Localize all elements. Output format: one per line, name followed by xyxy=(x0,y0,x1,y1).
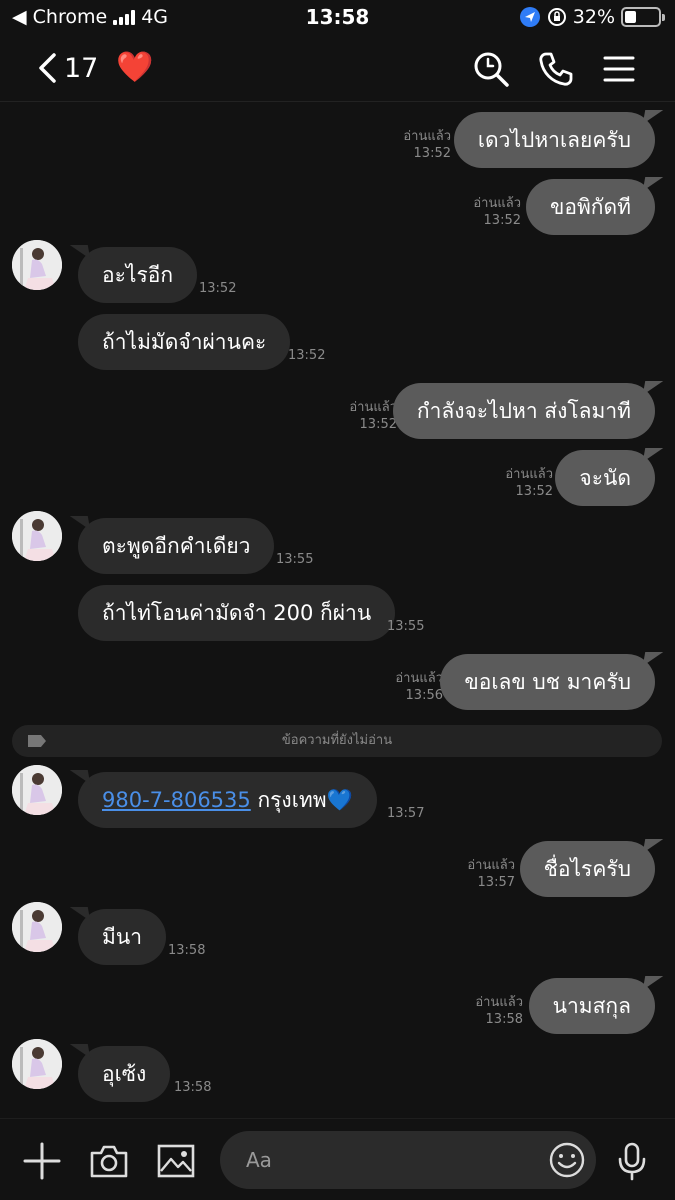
message-bubble-outgoing[interactable]: กำลังจะไปหา ส่งโลมาที xyxy=(392,383,655,439)
message-bubble-incoming[interactable]: ถ้าไม่มัดจำผ่านคะ xyxy=(78,314,291,370)
microphone-icon[interactable] xyxy=(612,1141,652,1181)
composer-bar: Aa xyxy=(0,1118,675,1200)
message-time: 13:58 xyxy=(168,943,206,958)
message-time: 13:52 xyxy=(288,348,326,363)
avatar-image xyxy=(12,765,62,815)
status-bar: ◀ Chrome 4G 13:58 32% xyxy=(0,0,675,36)
avatar-image xyxy=(12,1039,62,1089)
message-bubble-outgoing[interactable]: ขอเลข บช มาครับ xyxy=(440,654,655,710)
contact-avatar[interactable] xyxy=(12,240,62,290)
message-input-placeholder: Aa xyxy=(246,1148,272,1172)
camera-icon[interactable] xyxy=(89,1141,129,1181)
message-time: 13:58 xyxy=(485,1012,523,1027)
read-receipt: อ่านแล้ว xyxy=(403,129,451,144)
avatar-image xyxy=(12,902,62,952)
read-receipt: อ่านแล้ว xyxy=(473,196,521,211)
blue-heart-emoji: 💙 xyxy=(326,788,353,812)
phone-icon[interactable] xyxy=(537,50,575,88)
plus-icon[interactable] xyxy=(22,1141,62,1181)
location-icon xyxy=(519,7,540,27)
message-bubble-outgoing[interactable]: นามสกุล xyxy=(528,978,655,1034)
message-time: 13:57 xyxy=(387,806,425,821)
contact-avatar[interactable] xyxy=(12,765,62,815)
read-receipt: อ่านแล้ว xyxy=(475,995,523,1010)
avatar-image xyxy=(12,511,62,561)
message-bubble-outgoing[interactable]: จะนัด xyxy=(555,450,655,506)
message-meta: อ่านแล้ว 13:52 xyxy=(505,466,553,500)
read-receipt: อ่านแล้ว xyxy=(349,400,397,415)
read-receipt: อ่านแล้ว xyxy=(395,671,443,686)
message-meta: อ่านแล้ว 13:52 xyxy=(349,399,397,433)
message-bubble-outgoing[interactable]: ขอพิกัดที xyxy=(525,179,655,235)
message-meta: อ่านแล้ว 13:58 xyxy=(475,994,523,1028)
message-bubble-incoming[interactable]: 980-7-806535 กรุงเทพ💙 xyxy=(78,772,377,828)
avatar-image xyxy=(12,240,62,290)
message-bubble-incoming[interactable]: อุเซ้ง xyxy=(78,1046,171,1102)
message-time: 13:55 xyxy=(276,552,314,567)
message-time: 13:57 xyxy=(477,875,515,890)
read-receipt: อ่านแล้ว xyxy=(505,467,553,482)
back-button[interactable]: 17 xyxy=(36,52,98,84)
search-icon[interactable] xyxy=(472,50,510,88)
account-number-link[interactable]: 980-7-806535 xyxy=(102,788,251,812)
message-bubble-incoming[interactable]: อะไรอีก xyxy=(78,247,198,303)
message-time: 13:52 xyxy=(413,146,451,161)
emoji-icon[interactable] xyxy=(548,1141,586,1179)
message-input[interactable]: Aa xyxy=(220,1131,596,1189)
message-time: 13:52 xyxy=(359,417,397,432)
menu-icon[interactable] xyxy=(600,50,638,88)
unread-count: 17 xyxy=(64,52,99,84)
unread-divider: ข้อความที่ยังไม่อ่าน xyxy=(12,725,662,757)
message-time: 13:58 xyxy=(174,1080,212,1095)
message-meta: อ่านแล้ว 13:52 xyxy=(473,195,521,229)
tag-icon xyxy=(28,735,46,747)
contact-name: ❤️ xyxy=(116,50,154,85)
message-time: 13:55 xyxy=(387,619,425,634)
message-time: 13:56 xyxy=(405,688,443,703)
chevron-left-icon xyxy=(39,53,56,83)
message-meta: อ่านแล้ว 13:57 xyxy=(467,857,515,891)
contact-avatar[interactable] xyxy=(12,1039,62,1089)
message-bubble-outgoing[interactable]: เดวไปหาเลยครับ xyxy=(453,112,655,168)
chat-header: 17 ❤️ xyxy=(0,36,675,102)
message-time: 13:52 xyxy=(515,484,553,499)
battery-icon xyxy=(621,7,665,27)
message-text: กรุงเทพ xyxy=(250,788,327,812)
contact-avatar[interactable] xyxy=(12,511,62,561)
message-bubble-incoming[interactable]: ตะพูดอีกคำเดียว xyxy=(78,518,275,574)
read-receipt: อ่านแล้ว xyxy=(467,858,515,873)
message-time: 13:52 xyxy=(483,213,521,228)
message-meta: อ่านแล้ว 13:52 xyxy=(403,128,451,162)
message-bubble-outgoing[interactable]: ชื่อไรครับ xyxy=(519,841,655,897)
battery-percent: 32% xyxy=(572,6,615,28)
contact-avatar[interactable] xyxy=(12,902,62,952)
rotation-lock-icon xyxy=(547,8,566,26)
message-time: 13:52 xyxy=(199,281,237,296)
image-icon[interactable] xyxy=(156,1141,196,1181)
message-bubble-incoming[interactable]: ถ้าไท่โอนค่ามัดจำ 200 ก็ผ่าน xyxy=(78,585,396,641)
unread-divider-label: ข้อความที่ยังไม่อ่าน xyxy=(281,733,393,748)
message-meta: อ่านแล้ว 13:56 xyxy=(395,670,443,704)
message-bubble-incoming[interactable]: มีนา xyxy=(78,909,166,965)
